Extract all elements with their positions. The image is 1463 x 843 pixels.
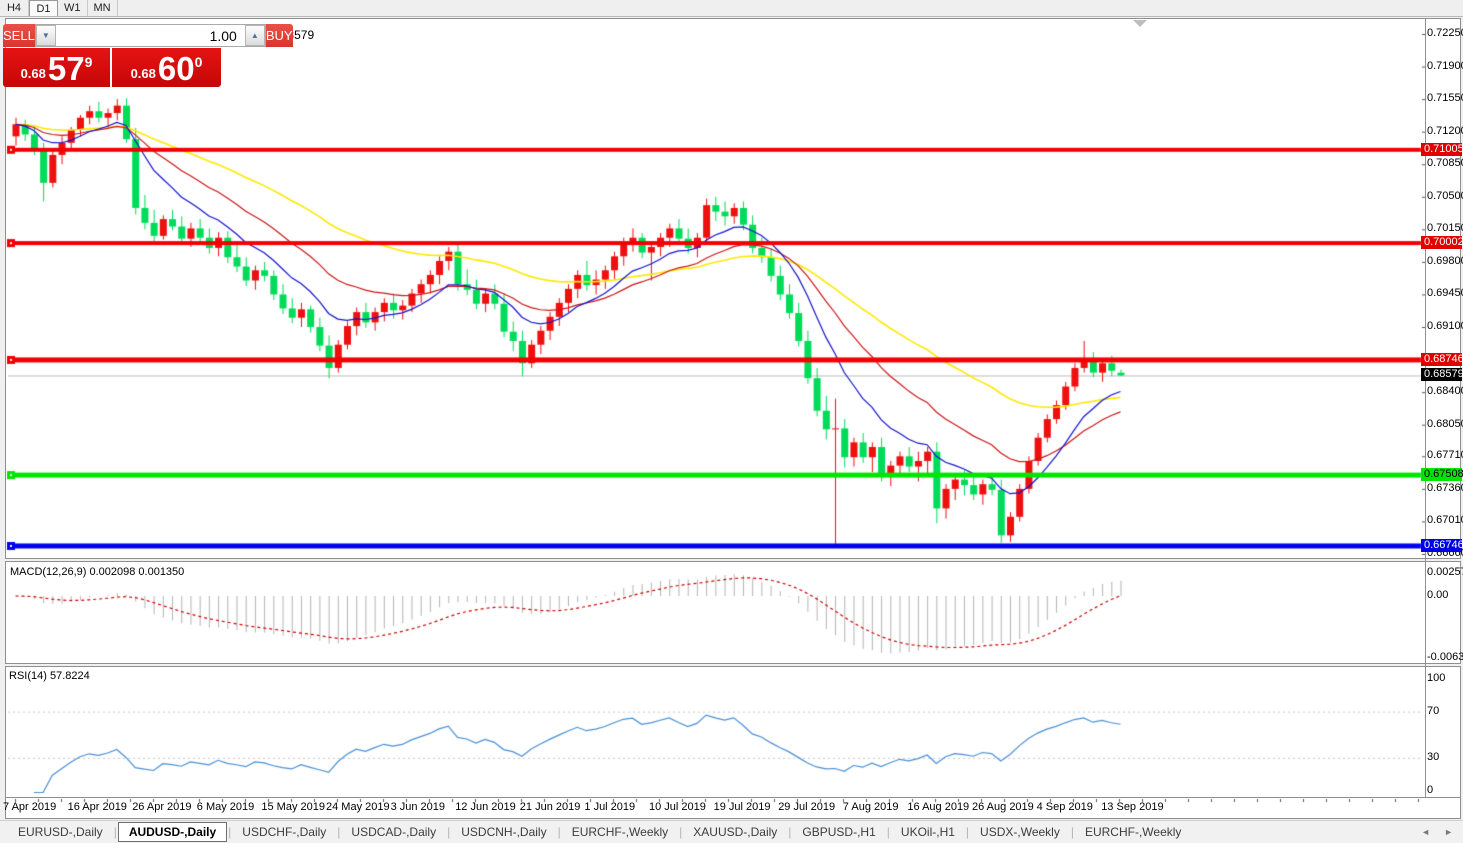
hline-price-tag: 0.68746 bbox=[1421, 352, 1463, 366]
time-axis-separator bbox=[6, 797, 1460, 798]
timeframe-button-h4[interactable]: H4 bbox=[0, 0, 29, 16]
chart-shift-marker-icon[interactable] bbox=[1133, 20, 1147, 27]
buy-price-display[interactable]: 0.68 60 0 bbox=[112, 48, 221, 87]
price-tick-label: 0.68400 bbox=[1427, 385, 1463, 398]
current-price-tag: 0.68579 bbox=[1421, 368, 1463, 382]
date-label: 4 Sep 2019 bbox=[1036, 801, 1093, 813]
pane-splitter-macd[interactable] bbox=[5, 558, 1461, 562]
date-label: 29 Jul 2019 bbox=[778, 801, 836, 813]
chart-tab-ukoil[interactable]: UKOil-,H1 bbox=[891, 823, 965, 841]
chart-window: ▲ AUDUSD-,Daily 0.68609 0.68643 0.68573 … bbox=[5, 18, 1462, 820]
date-label: 16 Aug 2019 bbox=[907, 801, 970, 813]
chart-tab-bar: EURUSD-,Daily | AUDUSD-,Daily | USDCHF-,Dail… bbox=[0, 820, 1463, 843]
hline-price-tag: 0.67508 bbox=[1421, 468, 1463, 482]
volume-decrease-button[interactable]: ▼ bbox=[35, 25, 56, 46]
chart-tab-audusd[interactable]: AUDUSD-,Daily bbox=[117, 822, 228, 842]
pane-splitter-rsi[interactable] bbox=[5, 663, 1461, 667]
hline-price-tag: 0.66746 bbox=[1421, 538, 1463, 552]
mt4-window: H4D1W1MN ▲ AUDUSD-,Daily 0.68609 0.68643… bbox=[0, 0, 1463, 843]
hline-price-tag: 0.70002 bbox=[1421, 236, 1463, 250]
date-label: 15 May 2019 bbox=[261, 801, 325, 813]
timeframe-toolbar: H4 D1 W1 MN bbox=[0, 0, 1463, 17]
chart-tab-gbpusd[interactable]: GBPUSD-,H1 bbox=[792, 823, 885, 841]
sell-price-sup: 9 bbox=[84, 54, 93, 70]
date-label: 24 May 2019 bbox=[326, 801, 390, 813]
chart-tab-eurchf[interactable]: EURCHF-,Weekly bbox=[1075, 823, 1191, 841]
volume-stepper: ▼ ▲ bbox=[34, 24, 266, 47]
chart-tab-usdx[interactable]: USDX-,Weekly bbox=[970, 823, 1070, 841]
one-click-trading-panel: SELL ▼ ▲ BUY 0.68 57 9 0.68 60 0 bbox=[3, 24, 293, 87]
date-label: 7 Aug 2019 bbox=[842, 801, 899, 813]
tab-scroll-right-icon[interactable]: ► bbox=[1444, 827, 1453, 837]
buy-price-big: 60 bbox=[157, 50, 195, 87]
rsi-axis-label: 0 bbox=[1427, 784, 1434, 796]
volume-increase-button[interactable]: ▲ bbox=[244, 25, 265, 46]
macd-axis-label: 0.002574 bbox=[1427, 566, 1463, 578]
buy-price-sup: 0 bbox=[194, 54, 203, 70]
price-tick-label: 0.69100 bbox=[1427, 320, 1463, 332]
macd-axis-label: 0.00 bbox=[1427, 589, 1449, 601]
price-tick-label: 0.72250 bbox=[1427, 27, 1463, 39]
date-label: 13 Sep 2019 bbox=[1101, 801, 1164, 813]
hline-price-tag: 0.71005 bbox=[1421, 142, 1463, 156]
price-tick-label: 0.71550 bbox=[1427, 92, 1463, 105]
price-tick-label: 0.70850 bbox=[1427, 157, 1463, 170]
timeframe-button-d1[interactable]: D1 bbox=[29, 0, 58, 16]
rsi-axis-label: 30 bbox=[1427, 751, 1440, 763]
rsi-axis-label: 70 bbox=[1427, 705, 1440, 717]
date-label: 16 Apr 2019 bbox=[67, 801, 127, 813]
chart-tab-usdcnh[interactable]: USDCNH-,Daily bbox=[451, 823, 556, 841]
buy-button[interactable]: BUY bbox=[265, 24, 293, 47]
chart-tab-eurusd[interactable]: EURUSD-,Daily bbox=[8, 823, 113, 841]
chart-tab-usdchf[interactable]: USDCHF-,Daily bbox=[232, 823, 336, 841]
date-label: 6 May 2019 bbox=[196, 801, 255, 813]
price-tick-label: 0.71200 bbox=[1427, 124, 1463, 137]
date-label: 7 Apr 2019 bbox=[3, 801, 57, 813]
chart-tab-eurchf[interactable]: EURCHF-,Weekly bbox=[562, 823, 678, 841]
date-label: 19 Jul 2019 bbox=[713, 801, 771, 813]
price-tick-label: 0.70150 bbox=[1427, 222, 1463, 235]
macd-axis-label: -0.006326 bbox=[1427, 651, 1463, 663]
price-tick-label: 0.69450 bbox=[1427, 287, 1463, 300]
date-label: 21 Jun 2019 bbox=[519, 801, 581, 813]
date-label: 3 Jun 2019 bbox=[390, 801, 446, 813]
date-label: 12 Jun 2019 bbox=[455, 801, 516, 813]
price-tick-label: 0.67710 bbox=[1427, 449, 1463, 462]
timeframe-button-w1[interactable]: W1 bbox=[58, 0, 88, 16]
price-tick-label: 0.67360 bbox=[1427, 481, 1463, 494]
date-label: 26 Apr 2019 bbox=[132, 801, 192, 813]
chart-tab-xauusd[interactable]: XAUUSD-,Daily bbox=[683, 823, 787, 841]
volume-input[interactable] bbox=[55, 25, 245, 46]
date-label: 10 Jul 2019 bbox=[649, 801, 706, 813]
sell-price-big: 57 bbox=[47, 50, 85, 87]
axis-separator bbox=[1425, 19, 1426, 797]
sell-price-display[interactable]: 0.68 57 9 bbox=[3, 48, 110, 87]
macd-indicator-label: MACD(12,26,9) 0.002098 0.001350 bbox=[10, 566, 185, 578]
rsi-indicator-label: RSI(14) 57.8224 bbox=[9, 670, 90, 682]
price-tick-label: 0.68050 bbox=[1427, 417, 1463, 430]
price-tick-label: 0.70500 bbox=[1427, 189, 1463, 202]
sell-button[interactable]: SELL bbox=[3, 24, 35, 47]
date-label: 1 Jul 2019 bbox=[584, 801, 636, 813]
price-tick-label: 0.67010 bbox=[1427, 514, 1463, 527]
tab-scroll-left-icon[interactable]: ◄ bbox=[1421, 827, 1430, 837]
date-label: 26 Aug 2019 bbox=[972, 801, 1034, 813]
price-tick-label: 0.71900 bbox=[1427, 59, 1463, 72]
sell-price-base: 0.68 bbox=[20, 66, 46, 81]
buy-price-base: 0.68 bbox=[130, 66, 156, 81]
rsi-axis-label: 100 bbox=[1427, 672, 1446, 684]
price-tick-label: 0.69800 bbox=[1427, 254, 1463, 267]
chart-plot-area[interactable] bbox=[6, 19, 1462, 820]
timeframe-button-mn[interactable]: MN bbox=[88, 0, 118, 16]
chart-tab-usdcad[interactable]: USDCAD-,Daily bbox=[341, 823, 446, 841]
tab-nav: ◄ ► bbox=[1421, 827, 1453, 837]
